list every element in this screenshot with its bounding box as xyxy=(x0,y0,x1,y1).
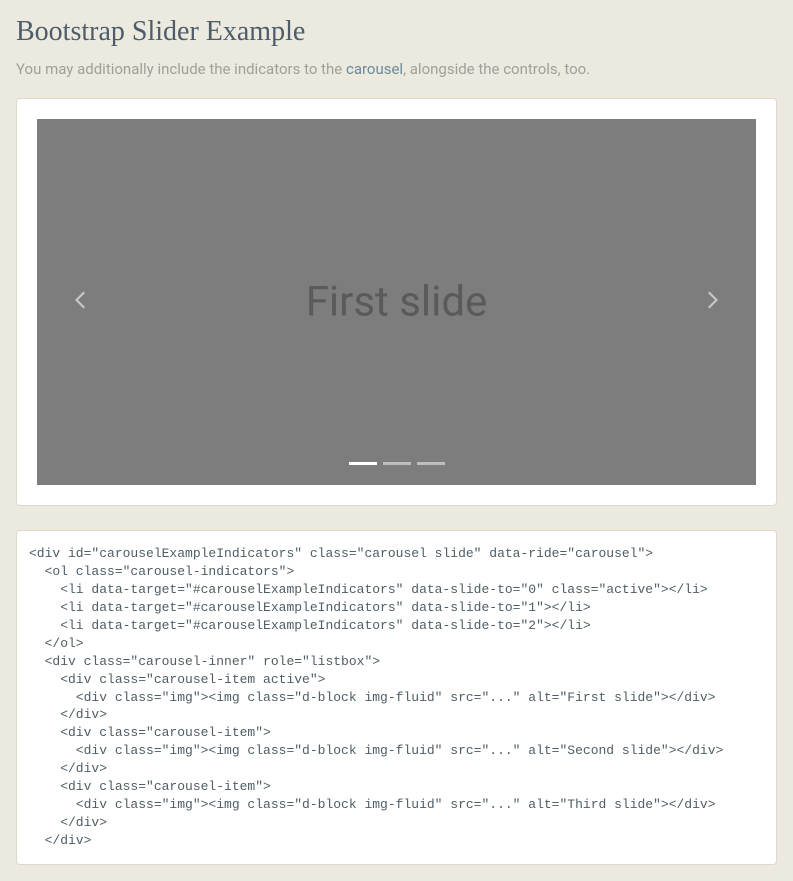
carousel-next-button[interactable] xyxy=(666,119,756,485)
subtitle-prefix: You may additionally include the indicat… xyxy=(16,60,346,78)
code-card: <div id="carouselExampleIndicators" clas… xyxy=(16,530,777,865)
chevron-right-icon xyxy=(701,290,721,314)
carousel-indicator-0[interactable] xyxy=(349,462,377,465)
chevron-left-icon xyxy=(72,290,92,314)
subtitle-suffix: , alongside the controls, too. xyxy=(403,60,590,78)
carousel-indicator-1[interactable] xyxy=(383,462,411,465)
carousel-card: First slide xyxy=(16,98,777,506)
carousel-link[interactable]: carousel xyxy=(346,60,403,78)
carousel-prev-button[interactable] xyxy=(37,119,127,485)
page-title: Bootstrap Slider Example xyxy=(16,16,777,48)
slide-label: First slide xyxy=(306,278,488,327)
carousel: First slide xyxy=(37,119,756,485)
code-block: <div id="carouselExampleIndicators" clas… xyxy=(29,545,764,850)
carousel-indicators xyxy=(349,462,445,465)
carousel-indicator-2[interactable] xyxy=(417,462,445,465)
page-subtitle: You may additionally include the indicat… xyxy=(16,60,777,78)
